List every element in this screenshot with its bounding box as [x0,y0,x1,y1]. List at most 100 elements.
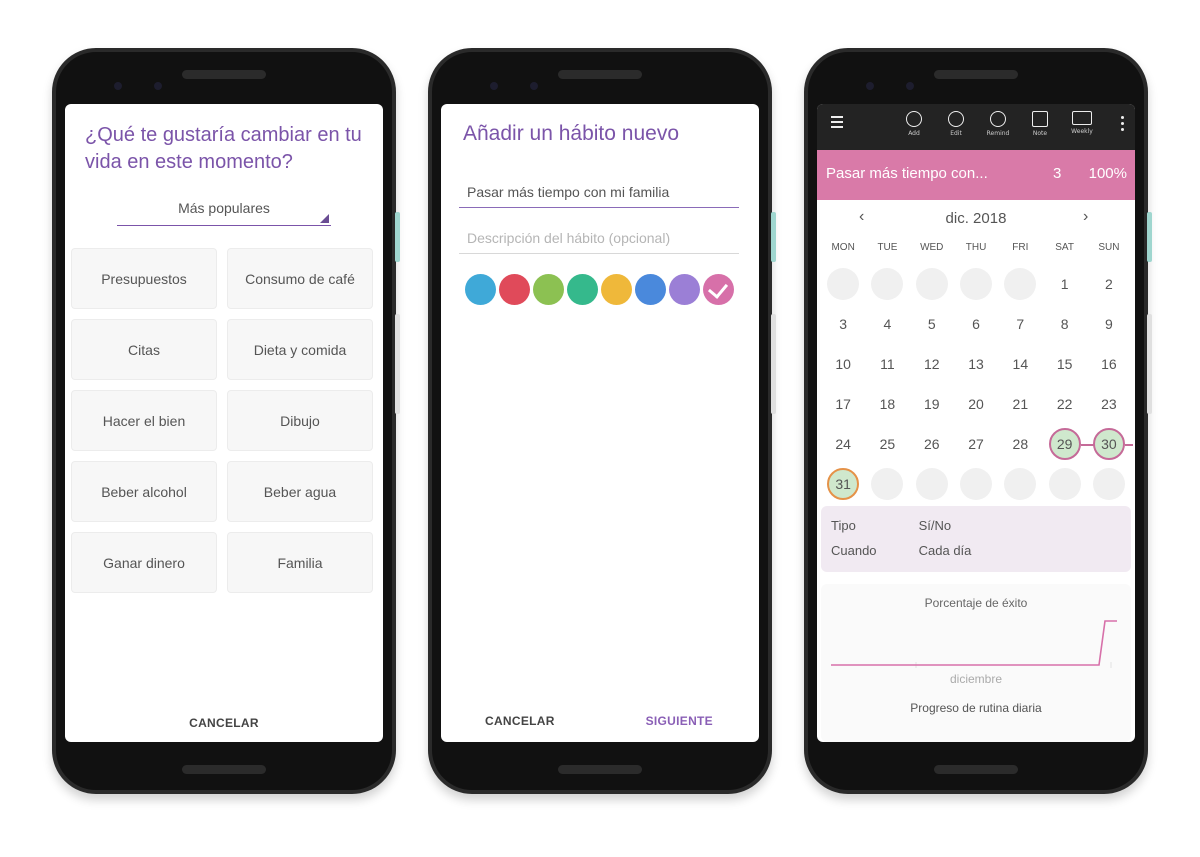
next-button[interactable]: SIGUIENTE [646,714,713,728]
category-ganar-dinero[interactable]: Ganar dinero [71,532,217,593]
calendar-day[interactable]: 13 [954,344,998,384]
hamburger-menu-icon[interactable] [831,116,843,131]
calendar-day[interactable]: 17 [821,384,865,424]
color-swatch[interactable] [499,274,530,305]
calendar-day-empty [954,264,998,304]
calendar-day[interactable]: 1 [1042,264,1086,304]
color-swatch[interactable] [465,274,496,305]
calendar-day[interactable]: 18 [865,384,909,424]
type-value: Sí/No [918,518,952,533]
cancel-button[interactable]: CANCELAR [65,716,383,730]
calendar-day[interactable]: 6 [954,304,998,344]
dropdown-arrow-icon [320,214,329,223]
calendar-day[interactable]: 8 [1042,304,1086,344]
habit-name-field[interactable]: Pasar más tiempo con mi familia [459,180,739,208]
calendar-day[interactable]: 20 [954,384,998,424]
habit-info-card: Tipo Sí/No Cuando Cada día [821,506,1131,572]
streak-connector [1124,444,1133,446]
volume-button [1147,314,1152,414]
habit-banner[interactable]: Pasar más tiempo con... 3 100% [817,150,1135,200]
color-swatch[interactable] [669,274,700,305]
calendar-day[interactable]: 10 [821,344,865,384]
calendar-day[interactable]: 27 [954,424,998,464]
front-sensor [866,82,874,90]
edit-button[interactable]: Edit [939,109,973,137]
habit-description-field[interactable]: Descripción del hábito (opcional) [459,226,739,254]
bottom-speaker [558,765,642,774]
calendar-day[interactable]: 14 [998,344,1042,384]
add-label: Add [908,130,920,137]
category-familia[interactable]: Familia [227,532,373,593]
weekday-label: SAT [1055,242,1074,253]
category-filter-dropdown[interactable]: Más populares [117,196,331,226]
color-swatch[interactable] [533,274,564,305]
category-beber-alcohol[interactable]: Beber alcohol [71,461,217,522]
category-consumo-de-cafe[interactable]: Consumo de café [227,248,373,309]
calendar-day[interactable]: 3 [821,304,865,344]
category-dieta-y-comida[interactable]: Dieta y comida [227,319,373,380]
note-button[interactable]: Note [1023,109,1057,137]
calendar-day[interactable]: 23 [1087,384,1131,424]
calendar-day-empty [998,264,1042,304]
streak-connector [1080,444,1095,446]
calendar-day[interactable]: 19 [910,384,954,424]
calendar-day[interactable]: 22 [1042,384,1086,424]
calendar-day[interactable]: 15 [1042,344,1086,384]
remind-label: Remind [986,130,1010,137]
next-month-icon[interactable]: › [1083,208,1088,226]
weekday-label: THU [965,242,987,253]
info-row-when: Cuando Cada día [831,543,971,558]
chart-x-label: diciembre [949,672,1003,686]
category-beber-agua[interactable]: Beber agua [227,461,373,522]
calendar-day[interactable]: 21 [998,384,1042,424]
when-label: Cuando [831,543,877,558]
phone-frame-1: ¿Qué te gustaría cambiar en tu vida en e… [52,48,400,794]
cancel-button[interactable]: CANCELAR [485,714,555,728]
screen-add-habit: Añadir un hábito nuevo Pasar más tiempo … [441,104,759,742]
calendar-day[interactable]: 12 [910,344,954,384]
more-options-icon[interactable] [1121,116,1125,134]
calendar-day[interactable]: 5 [910,304,954,344]
calendar-day[interactable]: 7 [998,304,1042,344]
remind-button[interactable]: Remind [981,109,1015,137]
habit-name: Pasar más tiempo con... [826,165,988,182]
top-speaker [558,70,642,79]
add-button[interactable]: Add [897,109,931,137]
bottom-speaker [934,765,1018,774]
bottom-speaker [182,765,266,774]
calendar-day[interactable]: 16 [1087,344,1131,384]
top-speaker [182,70,266,79]
front-sensor [114,82,122,90]
month-navigator: ‹ dic. 2018 › [817,208,1135,230]
weekly-button[interactable]: Weekly [1065,109,1099,137]
color-swatch[interactable] [703,274,734,305]
edit-label: Edit [950,130,962,137]
calendar-day[interactable]: 2 [1087,264,1131,304]
category-dibujo[interactable]: Dibujo [227,390,373,451]
weekday-label: TUE [877,242,898,253]
color-swatch[interactable] [601,274,632,305]
success-line-chart [831,620,1117,668]
category-presupuestos[interactable]: Presupuestos [71,248,217,309]
calendar-day[interactable]: 24 [821,424,865,464]
power-button [771,212,776,262]
calendar-day[interactable]: 25 [865,424,909,464]
calendar-day[interactable]: 11 [865,344,909,384]
category-hacer-el-bien[interactable]: Hacer el bien [71,390,217,451]
screen-habit-detail: Add Edit Remind Note Weekly Pasar más ti… [817,104,1135,742]
volume-button [771,314,776,414]
calendar-day[interactable]: 4 [865,304,909,344]
calendar-day[interactable]: 28 [998,424,1042,464]
weekday-label: MON [831,242,855,253]
category-citas[interactable]: Citas [71,319,217,380]
calendar-day[interactable]: 9 [1087,304,1131,344]
calendar-day[interactable]: 31 [821,464,865,504]
calendar-day[interactable]: 26 [910,424,954,464]
volume-button [395,314,400,414]
color-swatch[interactable] [635,274,666,305]
gear-icon [948,111,964,127]
color-swatch[interactable] [567,274,598,305]
calendar-day-empty [954,464,998,504]
dropdown-selected-value: Más populares [178,200,270,216]
daily-routine-progress-link[interactable]: Progreso de rutina diaria [821,701,1131,715]
